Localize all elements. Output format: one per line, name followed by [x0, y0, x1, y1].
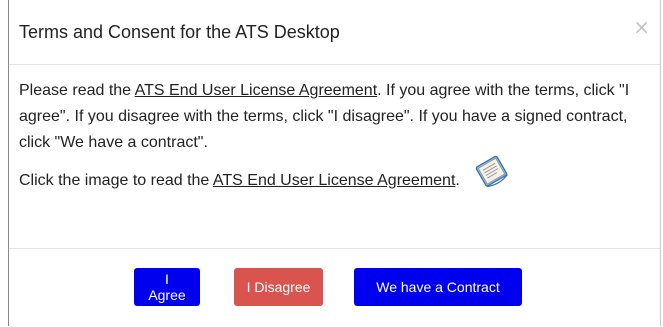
close-button[interactable]: × — [633, 17, 650, 37]
image-text-end: . — [455, 171, 460, 189]
agree-button[interactable]: I Agree — [134, 268, 200, 306]
document-book-icon[interactable] — [472, 154, 512, 199]
image-instructions: Click the image to read the ATS End User… — [19, 155, 646, 199]
license-instructions: Please read the ATS End User License Agr… — [19, 78, 646, 156]
dialog-header: Terms and Consent for the ATS Desktop × — [9, 0, 660, 65]
terms-dialog: Terms and Consent for the ATS Desktop × … — [8, 0, 661, 326]
image-text-start: Click the image to read the — [19, 171, 213, 189]
license-agreement-link-2[interactable]: ATS End User License Agreement — [213, 172, 456, 189]
dialog-title: Terms and Consent for the ATS Desktop — [19, 22, 340, 42]
dialog-body: Please read the ATS End User License Agr… — [19, 78, 646, 199]
image-instructions-text: Click the image to read the ATS End User… — [19, 168, 460, 194]
contract-button[interactable]: We have a Contract — [354, 268, 522, 306]
dialog-footer: I Agree I Disagree We have a Contract — [9, 248, 660, 327]
disagree-button[interactable]: I Disagree — [234, 268, 323, 306]
instructions-text-start: Please read the — [19, 82, 135, 99]
license-agreement-link[interactable]: ATS End User License Agreement — [135, 82, 378, 99]
